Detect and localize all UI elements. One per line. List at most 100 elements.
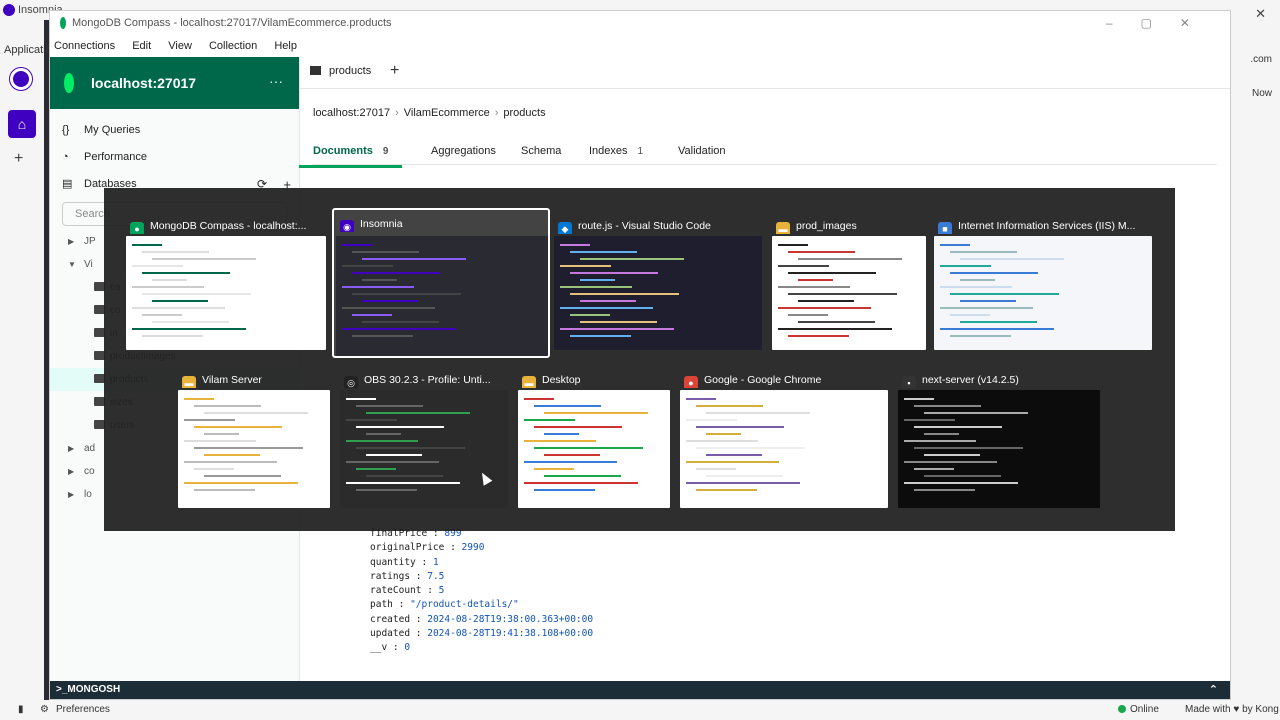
caret-icon[interactable]: ▶ (68, 437, 74, 460)
document-field[interactable]: quantity : 1 (370, 556, 593, 570)
switcher-window[interactable]: ■ Internet Information Services (IIS) M..… (932, 212, 1156, 354)
thumbnail-line (696, 426, 784, 428)
thumbnail-line (356, 447, 465, 449)
thumbnail-line (570, 293, 679, 295)
thumbnail-line (686, 482, 800, 484)
gear-icon[interactable]: ⚙ (40, 700, 49, 720)
menu-view[interactable]: View (168, 40, 192, 52)
thumbnail-line (788, 293, 897, 295)
document-field[interactable]: updated : 2024-08-28T19:41:38.108+00:00 (370, 627, 593, 641)
vscode-icon: ◆ (558, 222, 572, 234)
field-separator: : (415, 556, 433, 568)
thumbnail-line (544, 475, 621, 477)
mongosh-bar[interactable]: >_MONGOSH ⌃ (50, 681, 1230, 699)
breadcrumb-host[interactable]: localhost:27017 (313, 107, 390, 119)
chevron-up-icon[interactable]: ⌃ (1209, 681, 1218, 699)
sidebar-item-performance[interactable]: ◔ Performance (50, 144, 299, 171)
braces-icon: {} (62, 124, 70, 136)
switcher-window[interactable]: ◆ route.js - Visual Studio Code (552, 212, 764, 354)
thumbnail-line (914, 489, 975, 491)
switcher-window[interactable]: ▬ prod_images (770, 212, 928, 354)
caret-icon[interactable]: ▼ (68, 253, 76, 276)
thumbnail-line (686, 419, 737, 421)
field-key: updated (370, 628, 411, 640)
field-key: created (370, 613, 411, 625)
thumbnail-line (696, 405, 763, 407)
switcher-window[interactable]: ◎ OBS 30.2.3 - Profile: Unti... (338, 366, 510, 510)
switcher-window[interactable]: ◉ Insomnia (332, 208, 550, 358)
preferences-button[interactable]: Preferences (56, 700, 110, 720)
thumbnail-line (788, 335, 849, 337)
caret-icon[interactable]: ▶ (68, 230, 74, 253)
breadcrumb-database[interactable]: VilamEcommerce (404, 107, 490, 119)
switcher-window-title: MongoDB Compass - localhost:... (150, 220, 307, 232)
thumbnail-line (352, 272, 440, 274)
menu-edit[interactable]: Edit (132, 40, 151, 52)
thumbnail-line (580, 258, 684, 260)
switcher-window[interactable]: ● Google - Google Chrome (678, 366, 890, 510)
menu-collection[interactable]: Collection (209, 40, 257, 52)
thumbnail-line (914, 426, 1002, 428)
switcher-window-title: Vilam Server (202, 374, 262, 386)
home-icon[interactable]: ⌂ (8, 110, 36, 138)
field-key: path (370, 599, 393, 611)
thumbnail-line (950, 293, 1059, 295)
switcher-window-header: ◆ route.js - Visual Studio Code (558, 218, 760, 234)
thumbnail-line (924, 454, 980, 456)
thumbnail-line (570, 335, 631, 337)
tab-validation[interactable]: Validation (678, 145, 726, 157)
document-field[interactable]: __v : 0 (370, 641, 593, 655)
document-field[interactable]: ratings : 7.5 (370, 570, 593, 584)
field-separator: : (410, 613, 428, 625)
tab-documents[interactable]: Documents 9 (298, 145, 404, 168)
switcher-window[interactable]: ▪ next-server (v14.2.5) (896, 366, 1102, 510)
made-with-kong-link[interactable]: Made with ♥ by Kong (1185, 700, 1279, 720)
switcher-window[interactable]: ▬ Vilam Server (176, 366, 332, 510)
switcher-window[interactable]: ▬ Desktop (516, 366, 672, 510)
database-label: Vi (84, 259, 93, 270)
thumbnail-line (132, 265, 183, 267)
switcher-window-title: Internet Information Services (IIS) M... (958, 220, 1136, 232)
document-field[interactable]: rateCount : 5 (370, 584, 593, 598)
thumbnail-line (798, 279, 833, 281)
thumbnail-line (346, 398, 376, 400)
menu-connections[interactable]: Connections (54, 40, 115, 52)
insomnia-sidebar: Applicatio ⌂ + (0, 20, 52, 700)
document-field[interactable]: path : "/product-details/" (370, 598, 593, 612)
thumbnail-line (184, 482, 298, 484)
document-field[interactable]: originalPrice : 2990 (370, 541, 593, 555)
caret-icon[interactable]: ▶ (68, 483, 74, 506)
more-options-icon[interactable]: ··· (269, 73, 283, 89)
field-key: quantity (370, 556, 416, 568)
database-icon: ▤ (62, 178, 73, 190)
task-switcher: ● MongoDB Compass - localhost:... ◉ Insomni… (104, 188, 1175, 531)
tab-schema[interactable]: Schema (521, 145, 561, 157)
thumbnail-line (352, 251, 419, 253)
caret-icon[interactable]: ▶ (68, 460, 74, 483)
sidebar-item-my-queries[interactable]: {} My Queries (50, 117, 299, 144)
avatar[interactable] (10, 68, 32, 90)
thumbnail-line (132, 244, 162, 246)
chevron-right-icon: › (395, 107, 399, 119)
window-controls[interactable]: –▢✕ (1106, 11, 1218, 35)
thumbnail-line (346, 419, 397, 421)
switcher-window[interactable]: ● MongoDB Compass - localhost:... (124, 212, 328, 354)
document-field[interactable]: created : 2024-08-28T19:38:00.363+00:00 (370, 613, 593, 627)
thumbnail-line (924, 433, 959, 435)
gauge-icon: ◔ (62, 151, 69, 163)
thumbnail-line (534, 489, 595, 491)
sidebar-toggle-icon[interactable]: ▮ (18, 700, 24, 720)
thumbnail-line (570, 272, 658, 274)
switcher-window-title: route.js - Visual Studio Code (578, 220, 711, 232)
tab-aggregations[interactable]: Aggregations (431, 145, 496, 157)
tab-indexes[interactable]: Indexes 1 (589, 145, 643, 157)
new-tab-button[interactable]: + (390, 62, 399, 80)
thumbnail-line (204, 454, 260, 456)
connection-header[interactable]: localhost:27017 ··· (50, 57, 299, 109)
thumbnail-line (352, 314, 392, 316)
menu-help[interactable]: Help (274, 40, 297, 52)
tab-products[interactable]: products (310, 65, 371, 77)
thumbnail-line (132, 307, 225, 309)
plus-icon[interactable]: + (14, 150, 23, 168)
thumbnail-line (366, 454, 422, 456)
